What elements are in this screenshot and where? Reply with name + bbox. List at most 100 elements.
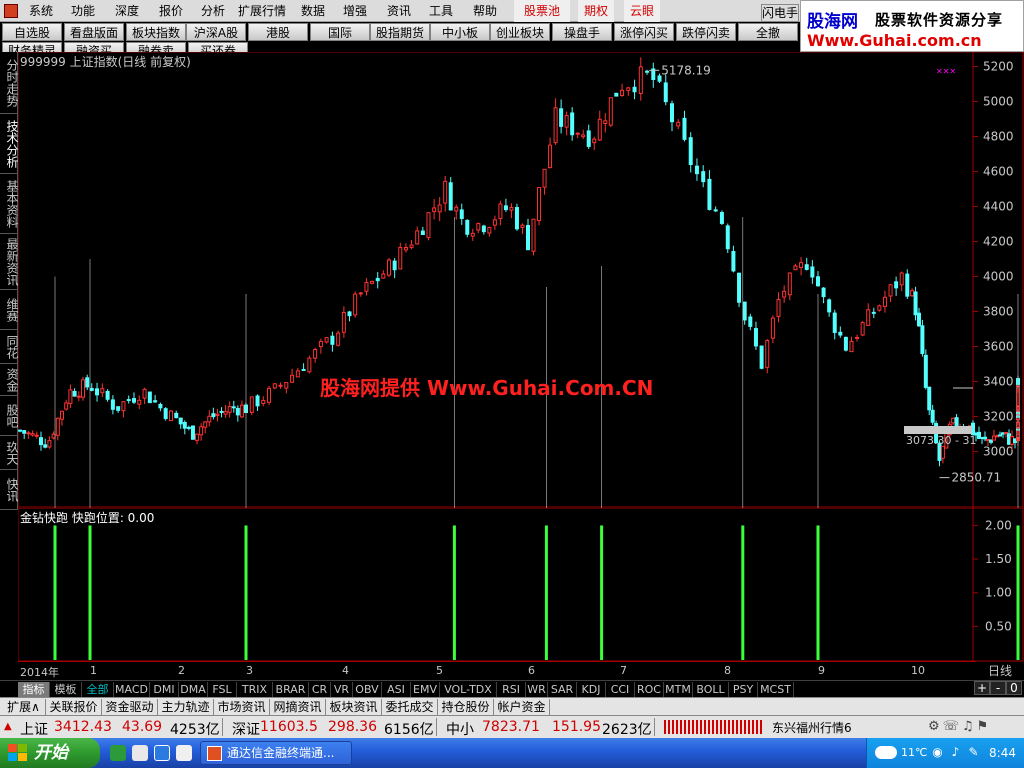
toolbar-button-9[interactable]: 操盘手	[552, 23, 612, 41]
indicator-tab-24[interactable]: MCST	[758, 682, 794, 697]
left-tab-6[interactable]: 资金	[0, 364, 19, 396]
indicator-tab-16[interactable]: WR	[526, 682, 548, 697]
menu-item-7[interactable]: 增强	[340, 0, 370, 22]
main-price-chart[interactable]: 3000 3200 3400 3600 3800 4000 4200 4400 4600 4800…	[18, 52, 1024, 508]
toolbar-button-2[interactable]: 板块指数	[126, 23, 186, 41]
indicator-chart[interactable]: 0.50 1.00 1.50 2.00	[18, 508, 1024, 662]
app-menu-icon[interactable]	[4, 4, 18, 18]
taskbar-app-button[interactable]: 通达信金融终端通...	[200, 741, 352, 765]
indicator-tab-19[interactable]: CCI	[606, 682, 635, 697]
info-tab-9[interactable]: 帐户资金	[494, 699, 550, 715]
menu-item-2[interactable]: 深度	[112, 0, 142, 22]
weather-cloud-icon[interactable]	[875, 746, 897, 759]
indicator-tab-6[interactable]: FSL	[208, 682, 237, 697]
toolbar-button-3[interactable]: 沪深A股	[186, 23, 246, 41]
indicator-tab-8[interactable]: BRAR	[273, 682, 309, 697]
indicator-tab-3[interactable]: MACD	[114, 682, 150, 697]
quote-1-name[interactable]: 深证	[232, 719, 260, 739]
left-tab-5[interactable]: 同花	[0, 330, 19, 364]
weather-temperature[interactable]: 11℃	[901, 746, 927, 759]
market-breadth-bars[interactable]	[664, 720, 764, 734]
menu-item-4[interactable]: 分析	[198, 0, 228, 22]
toolbar-button-11[interactable]: 跌停闪卖	[676, 23, 736, 41]
left-tab-2[interactable]: 基本资料	[0, 174, 19, 234]
indicator-tab-22[interactable]: BOLL	[693, 682, 729, 697]
network-icon[interactable]: ◉	[931, 746, 944, 759]
toolbar2-button-2[interactable]: 融券卖	[126, 42, 186, 52]
indicator-tab-21[interactable]: MTM	[664, 682, 693, 697]
volume-icon[interactable]: ♪	[949, 746, 962, 759]
indicator-tab-20[interactable]: ROC	[635, 682, 664, 697]
toolbar-button-12[interactable]: 全撤	[738, 23, 798, 41]
media-player-icon[interactable]	[132, 745, 148, 761]
menu-special-2[interactable]: 云眼	[624, 0, 660, 22]
toolbar-button-4[interactable]: 港股	[248, 23, 308, 41]
toolbar-button-5[interactable]: 国际	[310, 23, 370, 41]
ime-icon[interactable]: ✎	[967, 746, 980, 759]
info-tab-7[interactable]: 委托成交	[382, 699, 438, 715]
quote-0-name[interactable]: 上证	[20, 719, 48, 739]
flash-trade-button[interactable]: 闪电手	[761, 4, 799, 22]
indicator-tab-14[interactable]: VOL-TDX	[440, 682, 497, 697]
show-desktop-icon[interactable]	[176, 745, 192, 761]
indicator-tab-15[interactable]: RSI	[497, 682, 526, 697]
toolbar-button-8[interactable]: 创业板块	[490, 23, 550, 41]
info-tab-6[interactable]: 板块资讯	[326, 699, 382, 715]
toolbar2-button-0[interactable]: 财务精灵	[2, 42, 62, 52]
left-tab-9[interactable]: 快讯	[0, 470, 19, 510]
indicator-tab-10[interactable]: VR	[331, 682, 353, 697]
indicator-tab-11[interactable]: OBV	[353, 682, 382, 697]
menu-special-0[interactable]: 股票池	[514, 0, 570, 22]
zoom-button-1[interactable]: -	[990, 681, 1006, 695]
info-tab-3[interactable]: 主力轨迹	[158, 699, 214, 715]
left-tab-1[interactable]: 技术分析	[0, 114, 19, 174]
left-tab-3[interactable]: 最新资讯	[0, 234, 19, 290]
left-tab-4[interactable]: 维赛	[0, 290, 19, 330]
indicator-tab-0[interactable]: 指标	[18, 682, 50, 697]
start-button[interactable]: 开始	[0, 738, 100, 768]
menu-special-1[interactable]: 期权	[578, 0, 614, 22]
menu-item-0[interactable]: 系统	[26, 0, 56, 22]
toolbar-button-6[interactable]: 股指期货	[370, 23, 430, 41]
ie-icon[interactable]	[154, 745, 170, 761]
menu-item-10[interactable]: 帮助	[470, 0, 500, 22]
toolbar2-button-3[interactable]: 买还券	[188, 42, 248, 52]
left-tab-7[interactable]: 股吧	[0, 396, 19, 436]
indicator-tab-1[interactable]: 模板	[50, 682, 82, 697]
left-tab-8[interactable]: 玖天	[0, 436, 19, 470]
indicator-tab-5[interactable]: DMA	[179, 682, 208, 697]
indicator-tab-12[interactable]: ASI	[382, 682, 411, 697]
menu-item-3[interactable]: 报价	[156, 0, 186, 22]
indicator-tab-13[interactable]: EMV	[411, 682, 440, 697]
info-tab-2[interactable]: 资金驱动	[102, 699, 158, 715]
menu-item-8[interactable]: 资讯	[384, 0, 414, 22]
toolbar-button-7[interactable]: 中小板	[430, 23, 490, 41]
ad-banner[interactable]: 闪电手 股海网 股票软件资源分享 Www.Guhai.com.cn	[761, 0, 1024, 52]
indicator-tab-7[interactable]: TRIX	[237, 682, 273, 697]
info-tab-1[interactable]: 关联报价	[46, 699, 102, 715]
indicator-tab-23[interactable]: PSY	[729, 682, 758, 697]
toolbar-button-10[interactable]: 涨停闪买	[614, 23, 674, 41]
info-tab-5[interactable]: 网摘资讯	[270, 699, 326, 715]
menu-item-1[interactable]: 功能	[68, 0, 98, 22]
browser-icon[interactable]	[110, 745, 126, 761]
indicator-tab-2[interactable]: 全部	[82, 682, 114, 697]
indicator-tab-17[interactable]: SAR	[548, 682, 577, 697]
menu-item-5[interactable]: 扩展行情	[236, 0, 288, 22]
toolbar-button-1[interactable]: 看盘版面	[64, 23, 124, 41]
info-tab-8[interactable]: 持仓股份	[438, 699, 494, 715]
info-tab-4[interactable]: 市场资讯	[214, 699, 270, 715]
zoom-button-2[interactable]: 0	[1006, 681, 1022, 695]
toolbar-button-0[interactable]: 自选股	[2, 23, 62, 41]
indicator-tab-9[interactable]: CR	[309, 682, 331, 697]
indicator-tab-4[interactable]: DMI	[150, 682, 179, 697]
info-tab-0[interactable]: 扩展∧	[2, 699, 46, 715]
zoom-button-0[interactable]: +	[974, 681, 990, 695]
server-status[interactable]: 东兴福州行情6	[772, 719, 852, 736]
period-label[interactable]: 日线	[976, 662, 1024, 679]
clock[interactable]: 8:44	[989, 746, 1016, 760]
menu-item-9[interactable]: 工具	[426, 0, 456, 22]
left-tab-0[interactable]: 分时走势	[0, 52, 19, 114]
quote-2-name[interactable]: 中小	[446, 719, 474, 739]
menu-item-6[interactable]: 数据	[298, 0, 328, 22]
